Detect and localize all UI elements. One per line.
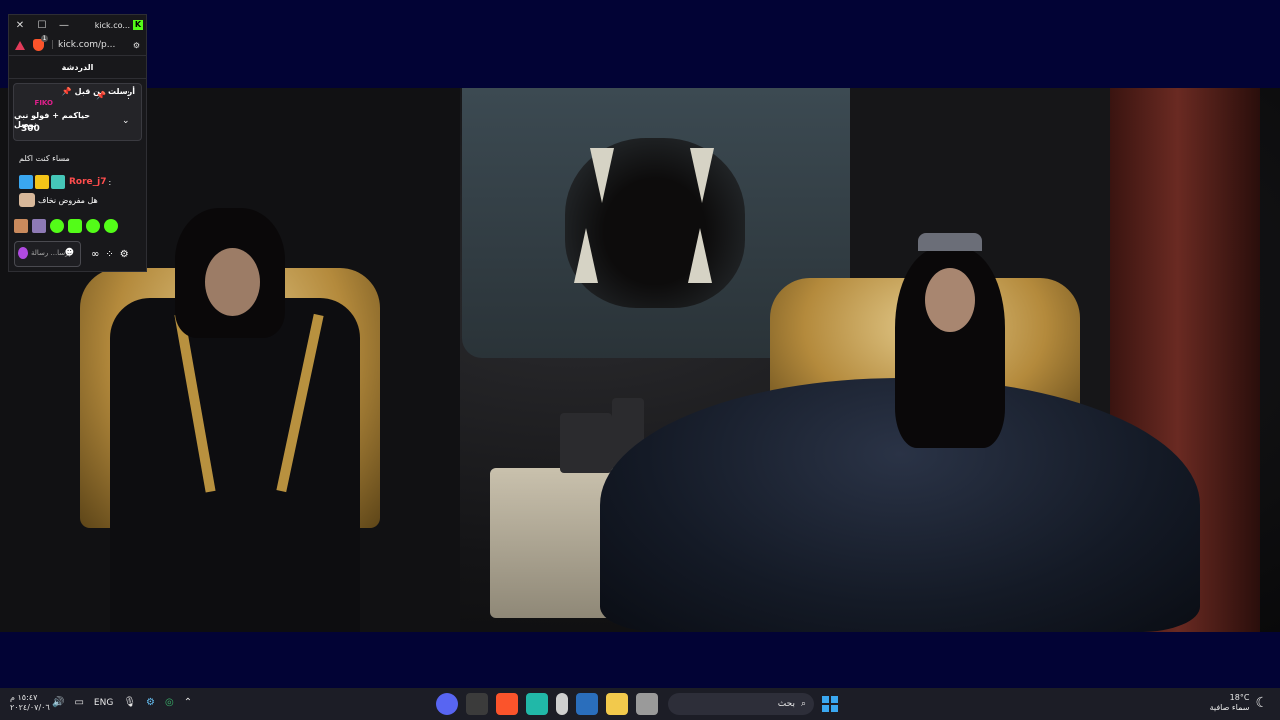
clock-date: ٢٠٢٤/٠٧/٠٦	[10, 703, 50, 712]
windows-start-icon[interactable]	[822, 696, 838, 712]
woman-face	[925, 268, 975, 332]
minimize-button[interactable]: —	[53, 20, 75, 31]
emote-green-1-icon[interactable]	[50, 219, 64, 233]
emote-bar	[14, 219, 118, 233]
mouse-app-icon[interactable]	[556, 693, 568, 715]
chat-message: مساء كنت اكلم	[19, 154, 70, 163]
microphone-icon[interactable]: 🎙	[123, 697, 136, 708]
taskbar-search[interactable]: بحث ⌕	[668, 693, 814, 715]
brave-shield-icon[interactable]: 1	[33, 35, 48, 51]
close-button[interactable]: ✕	[9, 20, 31, 31]
pinned-message[interactable]: 📌 أرسلت من قبل 📌 ⋮ FIKO حياكمم + فولو نب…	[13, 83, 142, 141]
chat-input-row: إرسا... رسالة ☻ ∞ ⁘ ⚙	[14, 241, 139, 267]
kick-popup-window[interactable]: ✕ ☐ — kick.co... K 1 | kick.com/p... ⚙ ا…	[8, 14, 147, 272]
emote-green-4-icon[interactable]	[104, 219, 118, 233]
system-tray: 🔊 ▭ ENG 🎙 ⚙ ◎ ⌃	[52, 697, 192, 708]
popup-titlebar: ✕ ☐ — kick.co... K	[9, 15, 146, 35]
chat-username[interactable]: Rore_j7	[69, 177, 107, 187]
gear-icon[interactable]: ⚙	[120, 249, 129, 260]
upper-fang-left	[590, 148, 614, 203]
user-avatar	[18, 247, 28, 259]
pinned-author[interactable]: FIKO	[35, 99, 53, 107]
language-indicator[interactable]: ENG	[94, 698, 113, 708]
clock-ampm: م	[10, 693, 15, 702]
network-icon[interactable]: ▭	[74, 697, 83, 708]
window-title: kick.co...	[94, 20, 130, 30]
verified-badge-icon	[19, 175, 33, 189]
brave-rewards-icon[interactable]	[15, 40, 25, 50]
weather-widget[interactable]: 18°C سماء صافية ☾	[1210, 693, 1268, 713]
shield-count: 1	[41, 35, 48, 42]
steam-icon[interactable]: ⚙	[146, 697, 155, 708]
emote-cat-icon[interactable]	[32, 219, 46, 233]
upper-fang-right	[690, 148, 714, 203]
taskbar: ١٥:٤٧ م ٢٠٢٤/٠٧/٠٦ 🔊 ▭ ENG 🎙 ⚙ ◎ ⌃ بحث ⌕…	[0, 688, 1280, 720]
store-icon[interactable]	[576, 693, 598, 715]
crown	[918, 233, 982, 251]
site-settings-icon[interactable]: ⚙	[133, 41, 140, 50]
file-explorer-icon[interactable]	[606, 693, 628, 715]
emote-face-icon[interactable]	[14, 219, 28, 233]
infinity-icon[interactable]: ∞	[91, 249, 99, 260]
video-player[interactable]	[0, 88, 1280, 632]
maximize-button[interactable]: ☐	[31, 20, 53, 31]
pinned-number: 300	[21, 124, 40, 134]
url-text[interactable]: kick.com/p...	[54, 40, 133, 50]
temperature: 18°C	[1229, 693, 1250, 702]
search-icon: ⌕	[800, 699, 806, 709]
lower-fang-left	[574, 228, 598, 283]
taskbar-apps	[436, 693, 658, 715]
username-colon: :	[108, 177, 112, 187]
sub-badge-icon	[51, 175, 65, 189]
chat-actions: ∞ ⁘ ⚙	[91, 249, 129, 260]
crown-badge-icon	[35, 175, 49, 189]
chat-message-text: هل مفروض نخاف	[38, 195, 98, 205]
chat-message-header: Rore_j7 :	[19, 175, 111, 189]
volume-icon[interactable]: 🔊	[52, 697, 64, 708]
task-view-icon[interactable]	[636, 693, 658, 715]
chat-input[interactable]: إرسا... رسالة ☻	[14, 241, 81, 267]
chat-header-title: الدردشة	[9, 56, 146, 79]
man-face	[205, 248, 260, 316]
black-robe	[110, 298, 360, 632]
users-icon[interactable]: ⁘	[105, 249, 113, 260]
lower-fang-right	[688, 228, 712, 283]
clock-time: ١٥:٤٧	[17, 693, 38, 702]
clock[interactable]: ١٥:٤٧ م ٢٠٢٤/٠٧/٠٦	[10, 693, 50, 713]
search-placeholder: بحث	[777, 699, 795, 709]
emote-avatar-icon	[19, 193, 35, 207]
pin-icon[interactable]: 📌	[96, 91, 106, 100]
moon-icon: ☾	[1255, 695, 1268, 711]
discord-icon[interactable]	[436, 693, 458, 715]
more-options-icon[interactable]: ⋮	[124, 91, 133, 101]
weather-description: سماء صافية	[1209, 703, 1250, 712]
kick-logo-icon: K	[133, 20, 143, 30]
emote-green-2-icon[interactable]	[68, 219, 82, 233]
emoji-icon[interactable]: ☻	[65, 248, 74, 258]
brave-icon[interactable]	[496, 693, 518, 715]
chat-message: هل مفروض نخاف	[19, 193, 98, 207]
voicemeeter-icon[interactable]	[466, 693, 488, 715]
chevron-down-icon[interactable]: ⌄	[122, 116, 130, 126]
app-teal-icon[interactable]	[526, 693, 548, 715]
black-pot-left	[560, 413, 612, 473]
address-bar: 1 | kick.com/p... ⚙	[9, 35, 146, 56]
chevron-up-icon[interactable]: ⌃	[184, 697, 192, 708]
emote-green-3-icon[interactable]	[86, 219, 100, 233]
edge-sync-icon[interactable]: ◎	[165, 697, 174, 708]
